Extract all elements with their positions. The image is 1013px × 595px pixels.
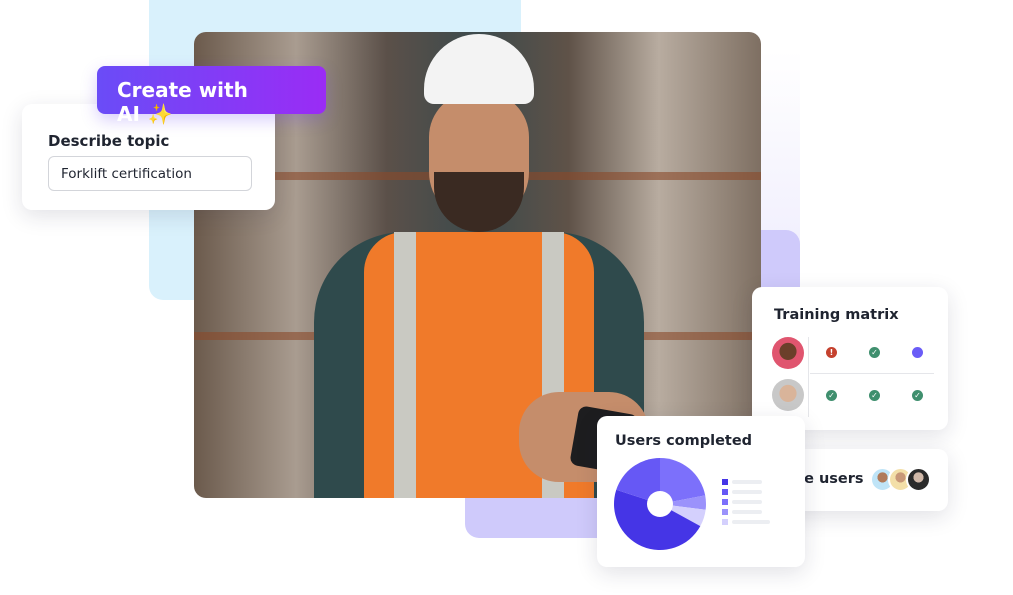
check-status-icon: ✓ [826, 390, 837, 401]
sparkles-icon: ✨ [147, 102, 173, 126]
worker-figure [304, 32, 649, 498]
error-status-icon: ! [826, 347, 837, 358]
topic-input[interactable]: Forklift certification [48, 156, 252, 191]
users-completed-title: Users completed [615, 433, 753, 449]
check-status-icon: ✓ [869, 347, 880, 358]
users-completed-card: Users completed [597, 416, 805, 567]
man-avatar [772, 379, 804, 411]
legend-swatch [722, 499, 728, 505]
legend-swatch [722, 489, 728, 495]
check-status-icon: ✓ [869, 390, 880, 401]
check-status-icon: ✓ [912, 390, 923, 401]
in-progress-status-icon [912, 347, 923, 358]
training-matrix-card: Training matrix ! ✓ ✓ ✓ ✓ [752, 287, 948, 430]
training-matrix-title: Training matrix [774, 307, 899, 323]
legend-swatch [722, 519, 728, 525]
create-with-ai-button[interactable]: Create with AI ✨ [97, 66, 326, 126]
users-completed-pie-chart [614, 458, 706, 550]
legend-swatch [722, 509, 728, 515]
woman-avatar [772, 337, 804, 369]
pie-hole [647, 491, 673, 517]
legend-swatch [722, 479, 728, 485]
describe-topic-label: Describe topic [48, 132, 170, 150]
woman-dark-avatar [906, 467, 931, 492]
